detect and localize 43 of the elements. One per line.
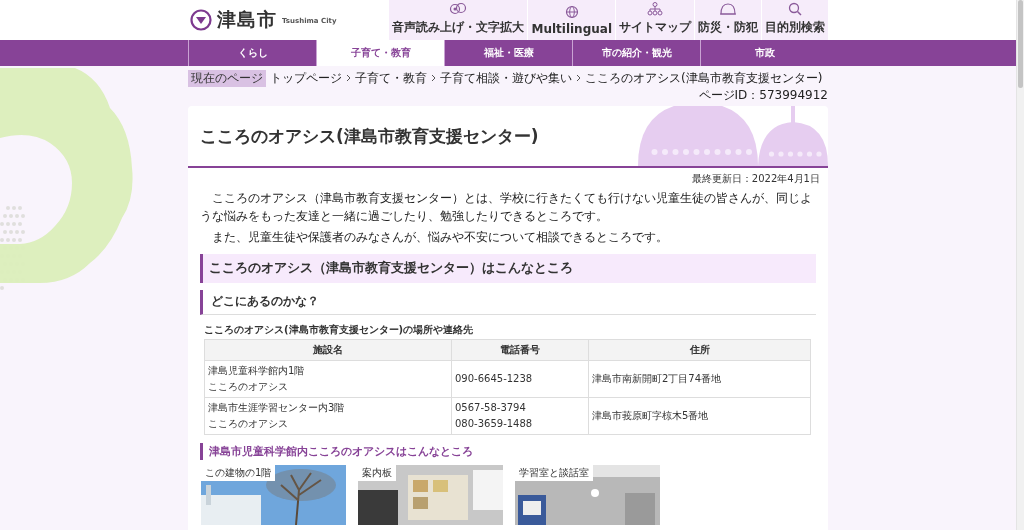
table-cell: 0567-58-3794 080-3659-1488 [451, 397, 589, 435]
helmet-icon [719, 2, 737, 16]
photo-caption: この建物の1階 [201, 465, 276, 481]
breadcrumb-link[interactable]: 子育て・教育 [355, 69, 427, 87]
globe-icon [564, 5, 579, 19]
breadcrumb-link[interactable]: トップページ [270, 69, 342, 87]
search-icon [788, 2, 802, 16]
utility-link[interactable]: サイトマップ [616, 0, 694, 40]
speech-icon [449, 2, 468, 16]
photo-caption: 案内板 [358, 465, 396, 481]
chevron-icon [431, 74, 436, 82]
utility-link[interactable]: 目的別検索 [762, 0, 828, 40]
photo-section-heading: 津島市児童科学館内こころのオアシスはこんなところ [200, 443, 816, 460]
page-title: こころのオアシス(津島市教育支援センター) [200, 124, 539, 148]
chevron-icon [576, 74, 581, 82]
utility-link[interactable]: 音声読み上げ・文字拡大 [389, 0, 528, 40]
page-id: ページID：573994912 [698, 88, 828, 102]
nav-tab[interactable]: 子育て・教育 [316, 40, 444, 66]
column-header: 施設名 [204, 339, 452, 361]
table-caption: こころのオアシス(津島市教育支援センター)の場所や連絡先 [204, 323, 475, 337]
section-heading: こころのオアシス（津島市教育支援センター）はこんなところ [200, 254, 816, 283]
body-paragraph: また、児童生徒や保護者のみなさんが、悩みや不安について相談できるところです。 [211, 229, 669, 246]
chevron-icon [346, 74, 351, 82]
breadcrumb-link[interactable]: 子育て相談・遊びや集い [440, 69, 572, 87]
column-header: 電話番号 [451, 339, 589, 361]
body-paragraph: こころのオアシス（津島市教育支援センター）とは、学校に行きたくても行けない児童生徒の皆さんが、同じような悩みをもった友達と一緒に過ごしたり、勉強したりできるところです。 [200, 190, 813, 225]
sitemap-icon [647, 2, 663, 16]
current-page-badge: 現在のページ [188, 69, 266, 87]
photo-caption: 学習室と談話室 [515, 465, 593, 481]
subsection-heading: どこにあるのかな？ [200, 290, 816, 315]
utility-link[interactable]: 防災・防犯 [695, 0, 761, 40]
site-name[interactable]: 津島市 [217, 7, 277, 33]
utility-link[interactable]: Multilingual [528, 0, 615, 40]
table-cell: 090-6645-1238 [451, 360, 589, 398]
table-cell: 津島児童科学館内1階 こころのオアシス [204, 360, 452, 398]
scrollbar[interactable] [1016, 0, 1024, 530]
city-emblem-icon [190, 9, 212, 31]
table-cell: 津島市南新開町2丁目74番地 [588, 360, 811, 398]
breadcrumb-link[interactable]: こころのオアシス(津島市教育支援センター) [585, 69, 823, 87]
table-cell: 津島市生涯学習センター内3階 こころのオアシス [204, 397, 452, 435]
table-cell: 津島市莪原町字椋木5番地 [588, 397, 811, 435]
column-header: 住所 [588, 339, 811, 361]
last-updated: 最終更新日：2022年4月1日 [691, 173, 820, 184]
